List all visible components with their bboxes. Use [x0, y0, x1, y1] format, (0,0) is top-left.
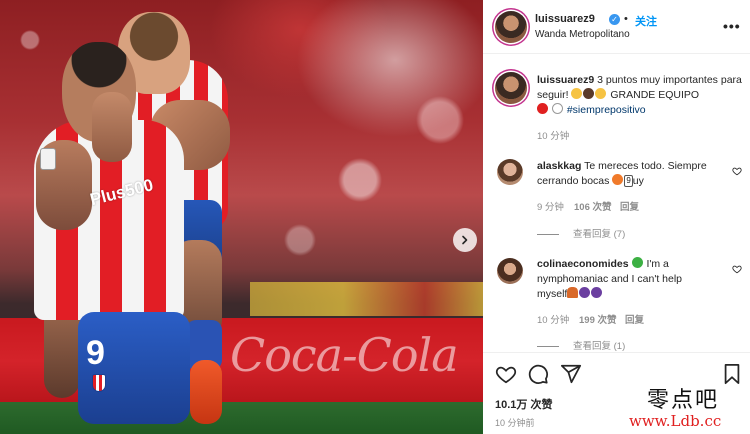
comment-line-2: nymphomaniac and I can't help: [537, 273, 683, 285]
fire-emoji: [612, 174, 624, 185]
replies-divider: [537, 233, 559, 235]
like-comment-heart-icon[interactable]: [732, 264, 742, 274]
like-heart-icon[interactable]: [495, 363, 517, 385]
comment-time: 10 分钟: [537, 315, 570, 326]
watermark-chinese: 零点吧: [647, 388, 720, 413]
verified-badge-icon: ✓: [609, 14, 620, 25]
clap-emoji: [595, 88, 607, 99]
dash-emoji: [567, 287, 579, 298]
comment-line-1: Te mereces todo. Siempre: [584, 160, 707, 172]
share-paper-plane-icon[interactable]: [560, 363, 582, 385]
comment-line-2: cerrando bocas: [537, 175, 610, 187]
club-crest-icon: [92, 374, 106, 392]
post-like-count[interactable]: 10.1万 次赞: [495, 396, 552, 412]
green-circle-emoji: [631, 257, 643, 268]
comment-text: colinaeconomides I'm a nymphomaniac and …: [537, 257, 717, 302]
post-location[interactable]: Wanda Metropolitano: [535, 29, 630, 40]
view-replies-label: 查看回复 (1): [573, 341, 626, 352]
shorts-number: 9: [86, 334, 105, 372]
comment-like-count[interactable]: 106 次赞: [574, 199, 612, 213]
like-comment-heart-icon[interactable]: [732, 166, 742, 176]
post-panel: luissuarez9 ✓ • 关注 Wanda Metropolitano •…: [483, 0, 750, 434]
white-circle-emoji: [551, 103, 563, 114]
comment-bubble-icon[interactable]: [527, 363, 549, 385]
site-watermark: 零点吧 www.Ldb.cc: [625, 380, 745, 434]
separator-dot: •: [624, 13, 628, 25]
keycap-nine-emoji: 9: [624, 175, 633, 187]
stadium-banner: [250, 282, 483, 316]
pitch: [0, 402, 483, 434]
teammate-boot: [190, 360, 222, 424]
caption-time: 10 分钟: [537, 131, 570, 142]
comment-like-count[interactable]: 199 次赞: [579, 312, 617, 326]
comments-section[interactable]: luissuarez9 3 puntos muy importantes par…: [483, 55, 750, 352]
replies-divider: [537, 345, 559, 347]
caption-username[interactable]: luissuarez9: [537, 74, 594, 86]
watermark-url: www.Ldb.cc: [629, 412, 722, 430]
commenter-avatar[interactable]: [497, 159, 523, 185]
author-username[interactable]: luissuarez9: [535, 13, 595, 25]
post-time: 10 分钟前: [495, 418, 535, 428]
comment-username[interactable]: alaskkag: [537, 160, 581, 172]
commenter-avatar[interactable]: [497, 258, 523, 284]
flexed-biceps-emoji: [571, 88, 583, 99]
red-circle-emoji: [537, 103, 548, 114]
post-header: luissuarez9 ✓ • 关注 Wanda Metropolitano •…: [483, 0, 750, 54]
reply-button[interactable]: 回复: [625, 312, 644, 326]
comment-username[interactable]: colinaeconomides: [537, 258, 629, 270]
post-photo[interactable]: Coca-Cola Plus500 9: [0, 0, 483, 434]
league-patch-icon: [40, 148, 56, 170]
view-replies-button[interactable]: 查看回复 (1): [537, 338, 625, 352]
player-hands: [92, 92, 132, 162]
reply-button[interactable]: 回复: [620, 199, 639, 213]
next-photo-button[interactable]: [453, 228, 477, 252]
view-replies-label: 查看回复 (7): [573, 229, 626, 240]
author-avatar[interactable]: [495, 11, 527, 43]
fist-emoji: [583, 88, 595, 99]
chevron-right-icon: [462, 235, 468, 245]
caption-text: luissuarez9 3 puntos muy importantes par…: [537, 73, 742, 118]
comment-time: 9 分钟: [537, 202, 564, 213]
comment-line-1: I'm a: [646, 258, 669, 270]
caption-author-avatar[interactable]: [495, 72, 527, 104]
caption-line-2: GRANDE EQUIPO: [610, 89, 700, 101]
caption-hashtag[interactable]: #siemprepositivo: [567, 104, 646, 116]
follow-button[interactable]: 关注: [635, 13, 657, 29]
ad-board-text: Coca-Cola: [230, 328, 459, 382]
more-options-icon[interactable]: •••: [723, 18, 741, 34]
eggplant-emoji: [591, 287, 603, 298]
comment-text: alaskkag Te mereces todo. Siempre cerran…: [537, 159, 717, 189]
view-replies-button[interactable]: 查看回复 (7): [537, 226, 625, 240]
comment-suffix: uy: [632, 175, 644, 187]
comment-line-3: myself: [537, 288, 568, 300]
eggplant-emoji: [579, 287, 591, 298]
